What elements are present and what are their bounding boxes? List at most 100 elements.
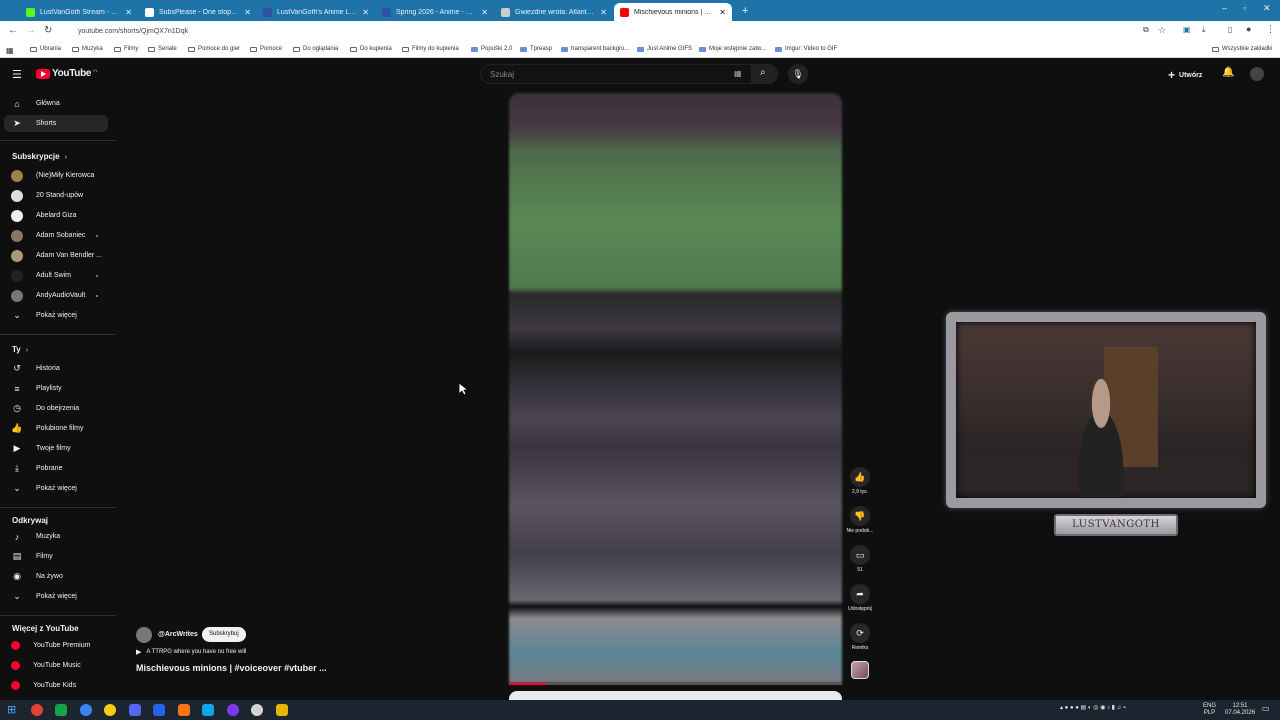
close-tab-icon[interactable]: ✕	[244, 8, 251, 17]
subscription-item[interactable]: (Nie)Miły Kierowca	[4, 167, 108, 184]
bookmark-item[interactable]: Just Anime GIFS	[637, 46, 692, 52]
bookmark-item[interactable]: Pomoce do gier	[188, 46, 240, 52]
all-bookmarks[interactable]: Wszystkie zakładki	[1212, 46, 1272, 52]
browser-tab[interactable]: Mischievous minions | #vo ✕	[614, 3, 732, 21]
thumb-down-icon[interactable]: 👎	[850, 506, 870, 526]
forward-icon[interactable]: →	[26, 25, 36, 36]
sidebar-item-music[interactable]: ♪ Muzyka	[4, 528, 108, 545]
apps-grid-icon[interactable]: ▦	[6, 46, 14, 55]
sidebar-item-watch-later[interactable]: ◷ Do obejrzenia	[4, 400, 108, 417]
bookmark-item[interactable]: Filmy	[114, 46, 138, 52]
sidebar-item-shorts[interactable]: ➤ Shorts	[4, 115, 108, 132]
bookmark-item[interactable]: Moje wstępnie zatw...	[699, 46, 766, 52]
sidebar-item-chevron-down[interactable]: ⌄ Pokaż więcej	[4, 480, 108, 497]
youtube-logo[interactable]: YouTube PL	[36, 68, 98, 79]
channel-avatar[interactable]	[136, 627, 152, 643]
mic-button[interactable]: 🎙	[788, 64, 808, 84]
back-icon[interactable]: ←	[8, 25, 18, 36]
bookmark-item[interactable]: Do kupienia	[350, 46, 392, 52]
share-icon[interactable]: ➦	[850, 584, 870, 604]
short-title[interactable]: Mischievous minions | #voiceover #vtuber…	[136, 663, 327, 673]
app-yellow-icon[interactable]	[104, 704, 116, 716]
sidepanel-icon[interactable]: ▯	[1228, 25, 1232, 34]
clock[interactable]: 12:51 07.04.2026	[1225, 703, 1255, 717]
discord-icon[interactable]	[129, 704, 141, 716]
language-indicator[interactable]: ENG PLP	[1203, 703, 1216, 717]
maximize-icon[interactable]: ▫	[1243, 3, 1246, 13]
keyboard-icon[interactable]: ▦	[734, 69, 742, 78]
tray-icons[interactable]: ▴ ● ● ● ▤ ◐ ◎ ◉ ♪ ▮ ♫ ⌁	[1060, 705, 1126, 712]
obs-icon[interactable]	[251, 704, 263, 716]
subscription-item[interactable]: Adam Sobaniec	[4, 227, 108, 244]
extension-icon[interactable]: ▣	[1183, 25, 1191, 34]
bookmark-item[interactable]: Ubrania	[30, 46, 61, 52]
show-more-subscriptions[interactable]: ⌄ Pokaż więcej	[4, 307, 108, 324]
address-bar[interactable]: youtube.com/shorts/QjmQX7n1Dqk	[62, 24, 1182, 40]
menu-dots-icon[interactable]: ⋮	[1266, 24, 1275, 35]
sidebar-item-your-videos[interactable]: ▶ Twoje filmy	[4, 440, 108, 457]
sidebar-item-download[interactable]: ⤓ Pobrane	[4, 460, 108, 477]
install-icon[interactable]: ⧉	[1143, 25, 1149, 35]
close-tab-icon[interactable]: ✕	[481, 8, 488, 17]
description-row[interactable]: ▶ A TTRPG where you have no free will	[136, 648, 246, 656]
profile-icon[interactable]: ●	[1246, 24, 1251, 34]
short-video-player[interactable]	[509, 93, 842, 683]
reload-icon[interactable]: ↻	[44, 25, 52, 36]
subscription-item[interactable]: Abelard Giza	[4, 207, 108, 224]
notification-icon[interactable]: ▭	[1262, 705, 1270, 713]
create-button[interactable]: + Utwórz	[1168, 68, 1202, 82]
subscription-item[interactable]: 20 Stand-upów	[4, 187, 108, 204]
sidebar-item-like[interactable]: 👍 Polubione filmy	[4, 420, 108, 437]
app-purple-icon[interactable]	[227, 704, 239, 716]
share-action[interactable]: ➦ Udostępnij	[846, 584, 874, 612]
sidebar-item-history[interactable]: ↺ Historia	[4, 360, 108, 377]
close-window-icon[interactable]: ✕	[1263, 3, 1271, 14]
you-header[interactable]: Ty ›	[12, 345, 28, 354]
remix-icon[interactable]: ⟳	[850, 623, 870, 643]
bookmark-item[interactable]: Do oglądania	[293, 46, 338, 52]
comment-icon[interactable]: ▭	[850, 545, 870, 565]
more-from-youtube-header[interactable]: Więcej z YouTube	[12, 624, 79, 633]
subscription-item[interactable]: AndyAudioVault	[4, 287, 108, 304]
thumb-down-action[interactable]: 👎 Nie podob...	[846, 506, 874, 534]
star-icon[interactable]: ☆	[1158, 25, 1166, 36]
bookmark-item[interactable]: Popuški 2.0	[471, 46, 512, 52]
subscription-item[interactable]: Adam Van Bendler ...	[4, 247, 108, 264]
browser-tab[interactable]: SubsPlease - One stop shop fo✕	[139, 3, 257, 21]
sidebar-item-chevron-down[interactable]: ⌄ Pokaż więcej	[4, 588, 108, 605]
search-button[interactable]: ⌕	[752, 64, 778, 84]
bookmark-item[interactable]: Imgur: Video to GIF	[775, 46, 837, 52]
app-store-icon[interactable]	[153, 704, 165, 716]
sidebar-item-live[interactable]: ◉ Na żywo	[4, 568, 108, 585]
bell-icon[interactable]: 🔔	[1222, 67, 1234, 78]
close-tab-icon[interactable]: ✕	[719, 8, 726, 17]
subscribe-button[interactable]: Subskrybuj	[202, 627, 246, 642]
sidebar-item-home[interactable]: ⌂ Główna	[4, 95, 108, 112]
youtube-app-item[interactable]: YouTube Music	[4, 657, 108, 674]
app-green-icon[interactable]	[55, 704, 67, 716]
search-input[interactable]: Szukaj	[480, 64, 752, 84]
audio-track-thumbnail[interactable]	[851, 661, 869, 679]
bookmark-item[interactable]: Seriale	[148, 46, 177, 52]
hamburger-menu-icon[interactable]: ☰	[12, 68, 22, 81]
sidebar-item-film[interactable]: ▤ Filmy	[4, 548, 108, 565]
youtube-app-item[interactable]: YouTube Premium	[4, 637, 108, 654]
remix-action[interactable]: ⟳ Remiks	[846, 623, 874, 651]
thumb-up-action[interactable]: 👍 2,9 tys.	[846, 467, 874, 495]
minimize-icon[interactable]: –	[1222, 3, 1227, 13]
sidebar-item-playlist[interactable]: ≡ Playlisty	[4, 380, 108, 397]
browser-tab[interactable]: Spring 2026 - Anime - MyAnim✕	[376, 3, 494, 21]
youtube-app-item[interactable]: YouTube Kids	[4, 677, 108, 694]
video-progress-track[interactable]	[509, 683, 842, 685]
browser-tab[interactable]: LustVanGoth's Anime List - My✕	[257, 3, 375, 21]
new-tab-button[interactable]: +	[736, 2, 754, 20]
vlc-icon[interactable]	[178, 704, 190, 716]
telegram-icon[interactable]	[202, 704, 214, 716]
bookmark-item[interactable]: Pomoce	[250, 46, 282, 52]
bookmark-item[interactable]: Tpreasp	[520, 46, 552, 52]
bookmark-item[interactable]: Muzyka	[72, 46, 103, 52]
browser-tab[interactable]: LustVanGoth Stream - Watch Li✕	[20, 3, 138, 21]
explore-header[interactable]: Odkrywaj	[12, 516, 48, 525]
app-blue-icon[interactable]	[80, 704, 92, 716]
bookmark-item[interactable]: Filmy do kupienia	[402, 46, 459, 52]
